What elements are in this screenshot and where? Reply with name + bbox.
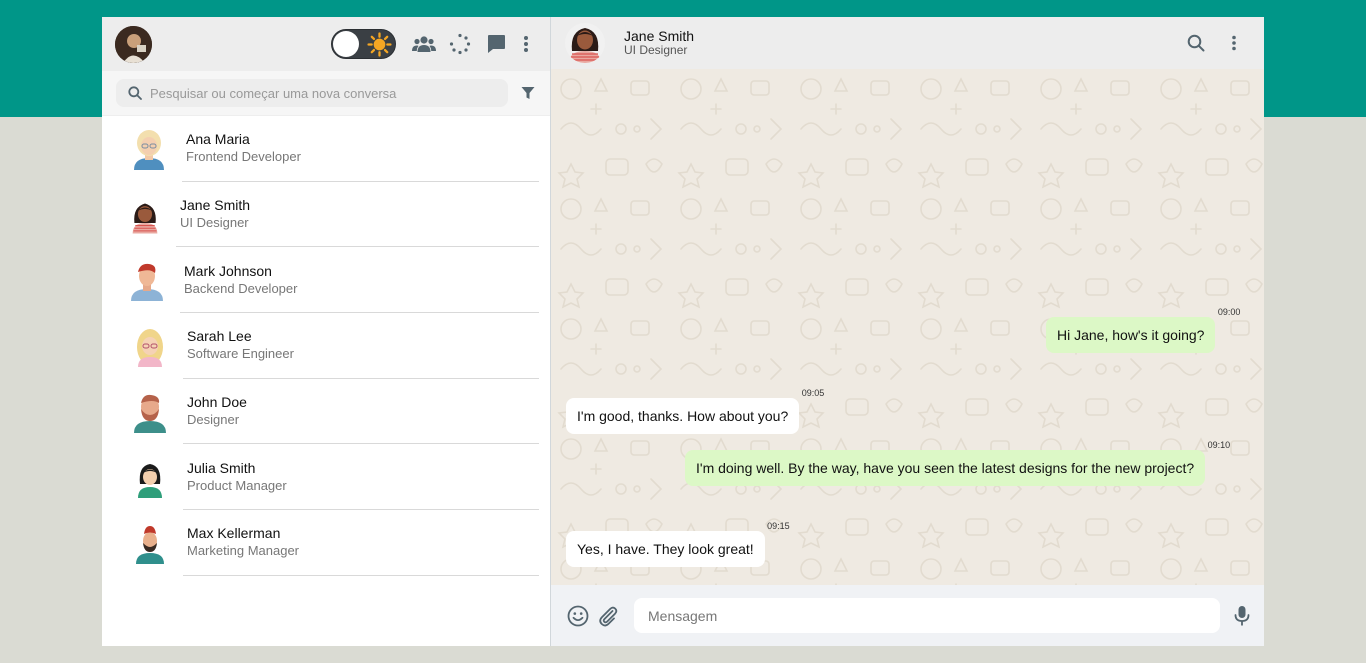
message-time: 09:15 <box>767 521 790 531</box>
chat-search-button[interactable] <box>1178 25 1214 61</box>
contact-role: Frontend Developer <box>186 149 301 165</box>
message-time: 09:10 <box>1207 440 1231 450</box>
sun-icon <box>367 32 392 57</box>
contact-role: Designer <box>187 412 240 428</box>
contact-info: Max Kellerman Marketing Manager <box>183 510 539 576</box>
message-time: 09:00 <box>1217 307 1241 317</box>
contact-name: Sarah Lee <box>187 328 252 345</box>
status-button[interactable] <box>442 26 478 62</box>
message-time: 09:05 <box>801 388 825 398</box>
voice-button[interactable] <box>1230 598 1254 634</box>
menu-icon <box>524 36 528 52</box>
community-button[interactable] <box>406 26 442 62</box>
message-outgoing: Hi Jane, how's it going? 09:00 <box>1046 307 1240 353</box>
message-text: I'm doing well. By the way, have you see… <box>696 460 1195 476</box>
search-box <box>116 79 508 107</box>
paperclip-icon <box>599 606 618 626</box>
menu-icon <box>1232 35 1236 51</box>
avatar <box>134 129 164 170</box>
contact-list: Ana Maria Frontend Developer Jane Smith … <box>102 116 550 646</box>
contact-name: Max Kellerman <box>187 525 281 542</box>
emoji-icon <box>567 605 589 626</box>
avatar <box>137 328 163 367</box>
theme-toggle[interactable] <box>331 29 396 59</box>
contact-info: Mark Johnson Backend Developer <box>180 247 539 314</box>
message-incoming: I'm good, thanks. How about you? 09:05 <box>566 388 824 434</box>
emoji-button[interactable] <box>565 598 591 634</box>
contact-name: Julia Smith <box>187 459 256 476</box>
avatar <box>134 394 166 433</box>
contact-item-john-doe[interactable]: John Doe Designer <box>102 379 550 445</box>
contact-role: Product Manager <box>187 477 287 493</box>
avatar <box>138 464 162 499</box>
search-icon <box>1187 34 1205 52</box>
search-icon <box>128 86 142 100</box>
contact-name: Ana Maria <box>186 131 250 148</box>
contact-name: John Doe <box>187 394 247 411</box>
contact-info: John Doe Designer <box>183 379 539 445</box>
attach-button[interactable] <box>591 598 625 634</box>
contact-name: Jane Smith <box>180 197 251 214</box>
avatar <box>131 264 163 302</box>
filter-button[interactable] <box>514 79 542 107</box>
microphone-icon <box>1234 605 1250 625</box>
community-icon <box>412 36 436 52</box>
search-row <box>102 71 550 116</box>
composer <box>551 585 1264 646</box>
sidebar: Ana Maria Frontend Developer Jane Smith … <box>102 17 551 646</box>
contact-info: Ana Maria Frontend Developer <box>182 116 539 182</box>
chat-avatar[interactable] <box>565 23 605 63</box>
contact-role: Software Engineer <box>187 346 294 362</box>
message-input[interactable] <box>634 598 1220 633</box>
chat-role: UI Designer <box>624 43 688 57</box>
contact-item-max-kellerman[interactable]: Max Kellerman Marketing Manager <box>102 510 550 576</box>
contact-item-sarah-lee[interactable]: Sarah Lee Software Engineer <box>102 313 550 379</box>
message-text: I'm good, thanks. How about you? <box>577 408 789 424</box>
search-input[interactable] <box>150 85 498 101</box>
toggle-knob <box>333 31 359 57</box>
contact-info: Julia Smith Product Manager <box>183 444 539 511</box>
contact-role: Marketing Manager <box>187 543 299 559</box>
chat-menu-button[interactable] <box>1214 25 1254 61</box>
app-window: Ana Maria Frontend Developer Jane Smith … <box>102 17 1264 646</box>
new-chat-button[interactable] <box>478 26 514 62</box>
my-avatar[interactable] <box>115 25 152 63</box>
message-text: Yes, I have. They look great! <box>577 541 754 557</box>
message-area[interactable]: Hi Jane, how's it going? 09:00 I'm good,… <box>551 69 1264 585</box>
filter-icon <box>521 87 535 99</box>
chat-title: Jane Smith UI Designer <box>624 29 694 57</box>
chat-name: Jane Smith <box>624 28 695 44</box>
contact-item-ana-maria[interactable]: Ana Maria Frontend Developer <box>102 116 550 182</box>
sidebar-header <box>102 17 550 71</box>
contact-item-mark-johnson[interactable]: Mark Johnson Backend Developer <box>102 247 550 314</box>
contact-info: Jane Smith UI Designer <box>176 182 539 248</box>
status-icon <box>449 33 471 55</box>
contact-role: UI Designer <box>180 215 249 231</box>
contact-info: Sarah Lee Software Engineer <box>183 313 539 379</box>
contact-role: Backend Developer <box>184 280 298 296</box>
message-text: Hi Jane, how's it going? <box>1057 327 1205 343</box>
menu-button[interactable] <box>514 26 538 62</box>
chat-panel: Jane Smith UI Designer Hi Jane, how's it… <box>551 17 1264 646</box>
avatar <box>136 525 164 564</box>
new-chat-icon <box>488 35 505 53</box>
message-outgoing: I'm doing well. By the way, have you see… <box>685 440 1230 486</box>
contact-item-jane-smith[interactable]: Jane Smith UI Designer <box>102 182 550 248</box>
chat-header[interactable]: Jane Smith UI Designer <box>551 17 1264 69</box>
contact-name: Mark Johnson <box>184 262 272 279</box>
message-incoming: Yes, I have. They look great! 09:15 <box>566 521 790 567</box>
avatar <box>132 203 158 234</box>
contact-item-julia-smith[interactable]: Julia Smith Product Manager <box>102 444 550 511</box>
